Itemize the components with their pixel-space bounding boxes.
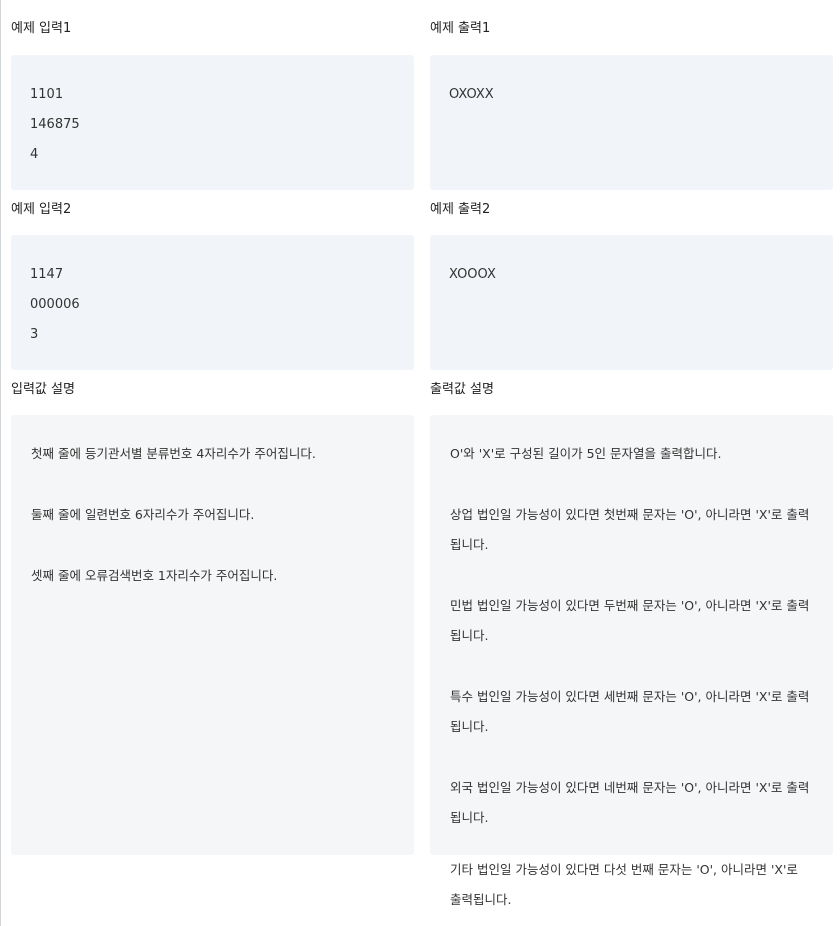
example-input-2-line: 3 bbox=[30, 327, 39, 342]
input-description-paragraph: 첫째 줄에 등기관서별 분류번호 4자리수가 주어집니다. bbox=[31, 446, 316, 461]
example-input-1-line: 4 bbox=[30, 147, 39, 162]
example-output-1-line: OXOXX bbox=[449, 87, 494, 102]
example-input-2-line: 000006 bbox=[30, 297, 80, 312]
input-description-title: 입력값 설명 bbox=[11, 382, 75, 397]
example-output-2-box: XOOOX bbox=[430, 235, 833, 370]
left-border bbox=[0, 0, 1, 926]
example-input-1-box: 1101 146875 4 bbox=[11, 55, 414, 190]
example-input-2-box: 1147 000006 3 bbox=[11, 235, 414, 370]
input-description-box: 첫째 줄에 등기관서별 분류번호 4자리수가 주어집니다. 둘째 줄에 일련번호… bbox=[11, 415, 414, 855]
output-description-box: O'와 'X'로 구성된 길이가 5인 문자열을 출력합니다. 상업 법인일 가… bbox=[430, 415, 833, 855]
example-input-1-line: 146875 bbox=[30, 117, 80, 132]
output-description-paragraph-overflow: 기타 법인일 가능성이 있다면 다섯 번째 문자는 'O', 아니라면 'X'로… bbox=[450, 862, 798, 907]
example-output-2-line: XOOOX bbox=[449, 267, 496, 282]
output-description-paragraph: 민법 법인일 가능성이 있다면 두번째 문자는 'O', 아니라면 'X'로 출… bbox=[450, 598, 810, 643]
example-input-1-line: 1101 bbox=[30, 87, 64, 102]
example-output-1-title: 예제 출력1 bbox=[430, 21, 491, 36]
input-description-paragraph: 셋째 줄에 오류검색번호 1자리수가 주어집니다. bbox=[31, 568, 278, 583]
example-input-2-title: 예제 입력2 bbox=[11, 202, 72, 217]
output-description-paragraph: O'와 'X'로 구성된 길이가 5인 문자열을 출력합니다. bbox=[450, 446, 722, 461]
example-output-2-title: 예제 출력2 bbox=[430, 202, 491, 217]
example-input-1-title: 예제 입력1 bbox=[11, 21, 72, 36]
output-description-paragraph: 외국 법인일 가능성이 있다면 네번째 문자는 'O', 아니라면 'X'로 출… bbox=[450, 780, 810, 825]
example-output-1-box: OXOXX bbox=[430, 55, 833, 190]
output-description-title: 출력값 설명 bbox=[430, 382, 494, 397]
output-description-paragraph: 상업 법인일 가능성이 있다면 첫번째 문자는 'O', 아니라면 'X'로 출… bbox=[450, 507, 810, 552]
input-description-paragraph: 둘째 줄에 일련번호 6자리수가 주어집니다. bbox=[31, 507, 255, 522]
output-description-paragraph: 특수 법인일 가능성이 있다면 세번째 문자는 'O', 아니라면 'X'로 출… bbox=[450, 689, 810, 734]
example-input-2-line: 1147 bbox=[30, 267, 64, 282]
